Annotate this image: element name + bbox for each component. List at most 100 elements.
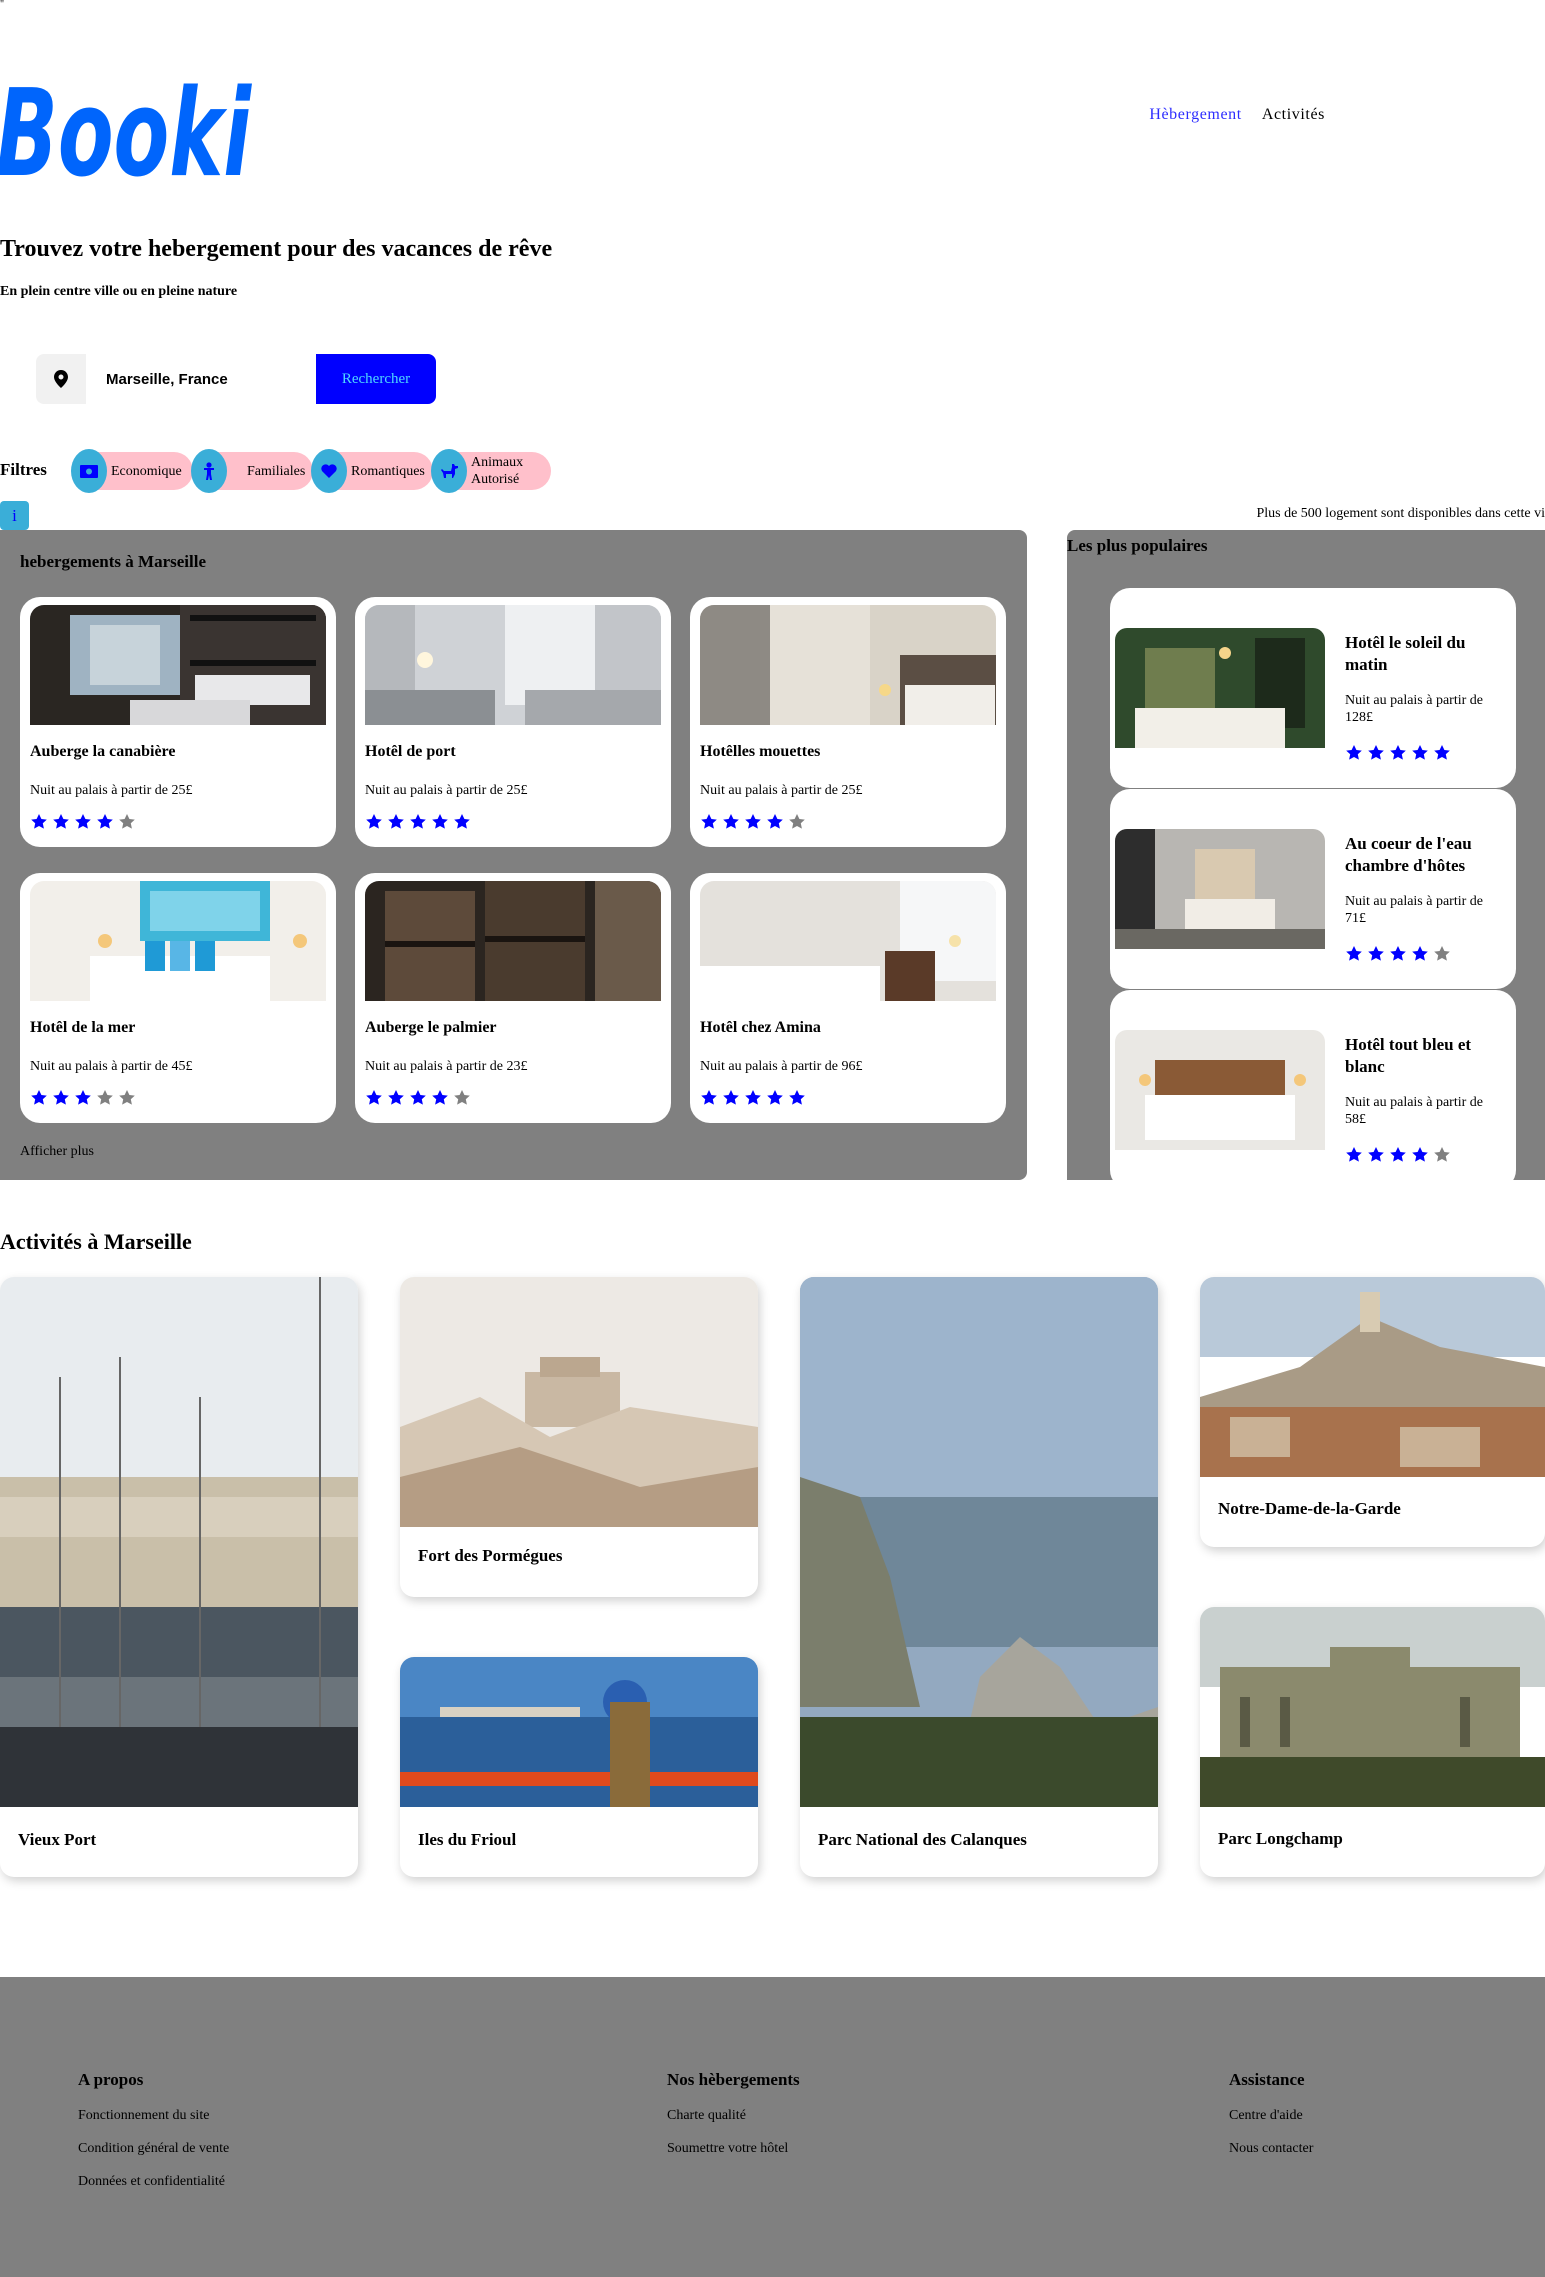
listing-price: Nuit au palais à partir de 23£ bbox=[365, 1059, 528, 1074]
listing-card[interactable]: Hotêl de la mer Nuit au palais à partir … bbox=[20, 873, 336, 1123]
listing-name: Auberge le palmier bbox=[365, 1019, 497, 1036]
activity-name: Iles du Frioul bbox=[418, 1830, 517, 1849]
star-rating bbox=[365, 1089, 471, 1111]
activity-card[interactable]: Vieux Port bbox=[0, 1277, 358, 1877]
activity-card[interactable]: Parc National des Calanques bbox=[800, 1277, 1158, 1877]
booki-logo[interactable]: Booki bbox=[0, 40, 255, 204]
activity-card[interactable]: Notre-Dame-de-la-Garde bbox=[1200, 1277, 1545, 1547]
info-icon: i bbox=[0, 501, 29, 530]
listing-card[interactable]: Auberge le palmier Nuit au palais à part… bbox=[355, 873, 671, 1123]
listing-price: Nuit au palais à partir de 25£ bbox=[700, 783, 863, 798]
location-pin-icon bbox=[36, 354, 86, 404]
dog-icon bbox=[431, 449, 467, 493]
search-button[interactable]: Rechercher bbox=[316, 354, 436, 404]
footer-column-assistance: Assistance Centre d'aide Nous contacter bbox=[1229, 2070, 1313, 2174]
filter-chip-animaux[interactable]: Animaux Autorisé bbox=[431, 449, 551, 493]
filter-chip-economique[interactable]: Economique bbox=[71, 449, 193, 493]
filter-chip-familiales[interactable]: Familiales bbox=[191, 449, 313, 493]
star-filled-icon bbox=[1433, 744, 1451, 766]
popular-name: Hotêl tout bleu et blanc bbox=[1345, 1035, 1472, 1076]
star-filled-icon bbox=[387, 813, 405, 835]
star-filled-icon bbox=[365, 813, 383, 835]
star-filled-icon bbox=[52, 813, 70, 835]
star-filled-icon bbox=[431, 1089, 449, 1111]
star-filled-icon bbox=[1411, 945, 1429, 967]
listing-card[interactable]: Hotêlles mouettes Nuit au palais à parti… bbox=[690, 597, 1006, 847]
activity-name: Notre-Dame-de-la-Garde bbox=[1218, 1499, 1401, 1518]
footer-link[interactable]: Condition général de vente bbox=[78, 2141, 229, 2157]
star-filled-icon bbox=[1367, 744, 1385, 766]
star-filled-icon bbox=[1389, 1146, 1407, 1168]
popular-photo bbox=[1115, 628, 1325, 748]
star-filled-icon bbox=[74, 813, 92, 835]
footer-link[interactable]: Données et confidentialité bbox=[78, 2174, 229, 2190]
filter-chip-label: Romantiques bbox=[351, 463, 425, 479]
popular-photo bbox=[1115, 1030, 1325, 1150]
star-rating bbox=[1345, 945, 1451, 967]
star-filled-icon bbox=[1345, 945, 1363, 967]
footer-link[interactable]: Centre d'aide bbox=[1229, 2108, 1313, 2124]
star-rating bbox=[365, 813, 471, 835]
footer-column-about: A propos Fonctionnement du site Conditio… bbox=[78, 2070, 229, 2207]
popular-card[interactable]: Hotêl tout bleu et blanc Nuit au palais … bbox=[1110, 990, 1516, 1190]
show-more-link[interactable]: Afficher plus bbox=[20, 1144, 94, 1160]
activity-card[interactable]: Fort des Pormégues bbox=[400, 1277, 758, 1597]
star-filled-icon bbox=[1411, 744, 1429, 766]
star-filled-icon bbox=[744, 1089, 762, 1111]
star-rating bbox=[30, 1089, 136, 1111]
activity-card[interactable]: Iles du Frioul bbox=[400, 1657, 758, 1877]
nav-link-activites[interactable]: Activités bbox=[1262, 106, 1325, 124]
star-rating bbox=[700, 813, 806, 835]
star-filled-icon bbox=[365, 1089, 383, 1111]
popular-card[interactable]: Hotêl le soleil du matin Nuit au palais … bbox=[1110, 588, 1516, 788]
search-input[interactable] bbox=[86, 354, 316, 404]
listing-name: Auberge la canabière bbox=[30, 743, 176, 760]
star-filled-icon bbox=[700, 1089, 718, 1111]
filter-chip-label: Economique bbox=[111, 463, 182, 479]
star-filled-icon bbox=[96, 813, 114, 835]
star-empty-icon bbox=[453, 1089, 471, 1111]
activity-name: Fort des Pormégues bbox=[418, 1546, 563, 1565]
listing-photo bbox=[365, 605, 661, 725]
popular-photo bbox=[1115, 829, 1325, 949]
footer-link[interactable]: Soumettre votre hôtel bbox=[667, 2141, 800, 2157]
star-empty-icon bbox=[118, 1089, 136, 1111]
star-rating bbox=[1345, 744, 1451, 766]
star-filled-icon bbox=[766, 813, 784, 835]
listing-price: Nuit au palais à partir de 25£ bbox=[365, 783, 528, 798]
star-rating bbox=[700, 1089, 806, 1111]
star-empty-icon bbox=[1433, 945, 1451, 967]
activity-photo bbox=[1200, 1277, 1545, 1477]
nav-link-hebergement[interactable]: Hèbergement bbox=[1149, 106, 1242, 124]
popular-name: Au coeur de l'eau chambre d'hôtes bbox=[1345, 834, 1472, 875]
star-empty-icon bbox=[118, 813, 136, 835]
star-filled-icon bbox=[409, 813, 427, 835]
popular-name: Hotêl le soleil du matin bbox=[1345, 633, 1466, 674]
star-filled-icon bbox=[1389, 945, 1407, 967]
star-rating bbox=[1345, 1146, 1451, 1168]
listing-card[interactable]: Auberge la canabière Nuit au palais à pa… bbox=[20, 597, 336, 847]
star-filled-icon bbox=[409, 1089, 427, 1111]
listing-card[interactable]: Hotêl chez Amina Nuit au palais à partir… bbox=[690, 873, 1006, 1123]
star-empty-icon bbox=[788, 813, 806, 835]
star-filled-icon bbox=[722, 1089, 740, 1111]
activities-title: Activités à Marseille bbox=[0, 1229, 192, 1254]
footer-link[interactable]: Charte qualité bbox=[667, 2108, 800, 2124]
star-filled-icon bbox=[52, 1089, 70, 1111]
stray-quote: " bbox=[0, 0, 5, 10]
listing-photo bbox=[365, 881, 661, 1001]
activity-card[interactable]: Parc Longchamp bbox=[1200, 1607, 1545, 1877]
listing-card[interactable]: Hotêl de port Nuit au palais à partir de… bbox=[355, 597, 671, 847]
star-filled-icon bbox=[1367, 1146, 1385, 1168]
star-filled-icon bbox=[30, 1089, 48, 1111]
popular-card[interactable]: Au coeur de l'eau chambre d'hôtes Nuit a… bbox=[1110, 789, 1516, 989]
footer-link[interactable]: Fonctionnement du site bbox=[78, 2108, 229, 2124]
filter-chip-romantiques[interactable]: Romantiques bbox=[311, 449, 433, 493]
star-filled-icon bbox=[1389, 744, 1407, 766]
star-filled-icon bbox=[788, 1089, 806, 1111]
footer-link[interactable]: Nous contacter bbox=[1229, 2141, 1313, 2157]
star-filled-icon bbox=[700, 813, 718, 835]
listing-name: Hotêl de la mer bbox=[30, 1019, 136, 1036]
listing-name: Hotêl de port bbox=[365, 743, 456, 760]
activity-photo bbox=[400, 1657, 758, 1807]
